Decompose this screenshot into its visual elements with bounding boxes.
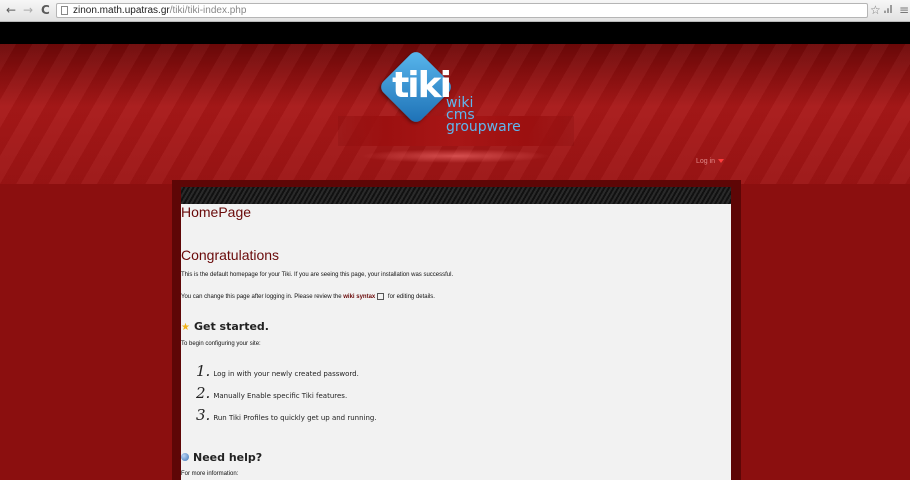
page-icon: [61, 6, 68, 15]
step-number: 1.: [196, 362, 211, 380]
external-link-icon: [377, 293, 385, 300]
wiki-syntax-link[interactable]: wiki syntax: [343, 294, 375, 300]
help-icon: [181, 453, 189, 461]
more-info-text: For more information:: [181, 471, 239, 477]
browser-toolbar: ← → C zinon.math.upatras.gr/tiki/tiki-in…: [0, 0, 910, 22]
address-bar[interactable]: zinon.math.upatras.gr/tiki/tiki-index.ph…: [56, 3, 868, 18]
signal-bars-icon[interactable]: [884, 5, 893, 13]
content-top-stripe: [181, 187, 731, 204]
top-black-bar: [0, 22, 910, 44]
step-number: 2.: [196, 384, 211, 402]
step-text: Log in with your newly created password.: [213, 370, 359, 378]
get-started-label: Get started.: [193, 320, 269, 333]
forward-icon[interactable]: →: [23, 3, 33, 17]
logo-text: tiki: [392, 65, 452, 106]
change-text: You can change this page after logging i…: [181, 293, 435, 300]
login-menu[interactable]: Log in: [696, 158, 725, 165]
logo-glow: [360, 149, 550, 163]
change-text-before: You can change this page after logging i…: [181, 294, 342, 301]
main-content: HomePage Congratulations This is the def…: [181, 204, 731, 480]
intro-text: This is the default homepage for your Ti…: [181, 272, 454, 278]
step-text: Run Tiki Profiles to quickly get up and …: [213, 414, 377, 422]
list-item: 3. Run Tiki Profiles to quickly get up an…: [196, 406, 377, 424]
list-item: 1. Log in with your newly created passwor…: [196, 362, 359, 380]
login-label[interactable]: Log in: [696, 158, 715, 165]
page-title: HomePage: [181, 204, 252, 220]
step-number: 3.: [196, 406, 211, 424]
logo-tagline: wiki cms groupware: [446, 96, 521, 135]
change-text-after: for editing details.: [387, 294, 435, 301]
get-started-intro: To begin configuring your site:: [181, 341, 261, 347]
congrats-heading: Congratulations: [181, 247, 280, 263]
reload-icon[interactable]: C: [41, 3, 50, 17]
chevron-down-icon[interactable]: [718, 159, 725, 164]
url-host: zinon.math.upatras.gr: [73, 5, 170, 16]
step-text: Manually Enable specific Tiki features.: [213, 392, 348, 400]
menu-icon[interactable]: ≡: [899, 3, 909, 17]
list-item: 2. Manually Enable specific Tiki features…: [196, 384, 347, 402]
url-path: /tiki/tiki-index.php: [169, 5, 247, 16]
need-help-label: Need help?: [193, 451, 263, 464]
need-help-heading: Need help?: [181, 451, 262, 464]
site-header: tiki wiki cms groupware Log in: [0, 44, 910, 184]
tagline-groupware: groupware: [446, 119, 521, 135]
get-started-heading: ★ Get started.: [181, 320, 269, 333]
bookmark-star-icon[interactable]: ☆: [870, 3, 881, 17]
back-icon[interactable]: ←: [6, 3, 16, 17]
star-icon: ★: [181, 322, 190, 333]
